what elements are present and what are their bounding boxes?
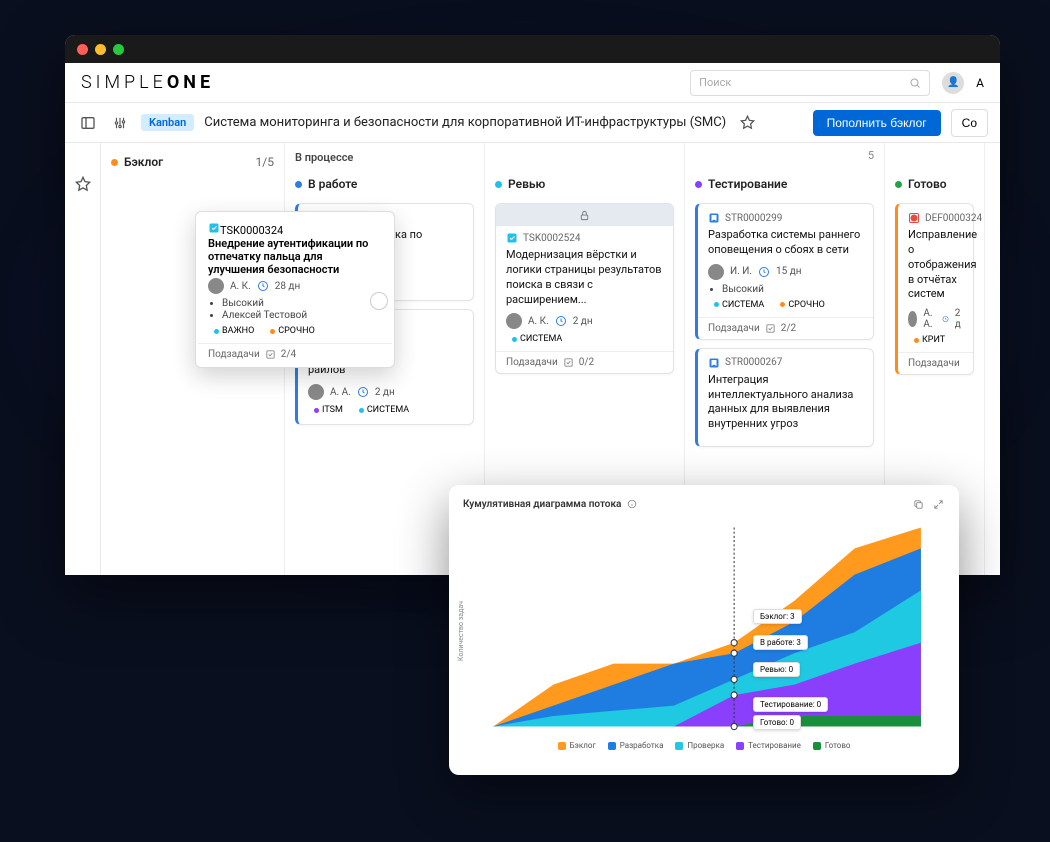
sidebar-toggle-icon[interactable] [77, 112, 99, 134]
column-backlog-label: Бэклог [124, 155, 163, 169]
tooltip-work: В работе: 3 [753, 635, 808, 650]
task-icon [506, 232, 518, 244]
topbar: SIMPLEONE Поиск 👤 А [65, 63, 1000, 103]
logo: SIMPLEONE [81, 72, 214, 93]
user-label: А [976, 76, 984, 90]
card-str299[interactable]: STR0000299 Разработка системы раннего оп… [695, 203, 874, 340]
task-icon [208, 222, 220, 234]
sub-testing-label: Тестирование [708, 177, 787, 191]
avatar [208, 278, 224, 294]
chart-area[interactable]: Бэклог: 3 В работе: 3 Ревью: 0 Тестирова… [463, 517, 945, 737]
card-id: STR0000267 [725, 357, 782, 368]
checklist-icon [563, 357, 574, 368]
maximize-traffic-light[interactable] [113, 44, 124, 55]
card-def324[interactable]: DEF0000324 Исправление о отображения в о… [895, 203, 974, 375]
drag-handle-icon[interactable] [370, 292, 388, 310]
group-in-progress-label: В процессе [295, 151, 353, 164]
checklist-icon [265, 349, 276, 360]
clock-icon [758, 266, 770, 278]
sub-working-label: В работе [308, 177, 357, 191]
card-id: TSK0002524 [523, 233, 580, 244]
card-tsk2524[interactable]: TSK0002524 Модернизация вёрстки и логики… [495, 203, 674, 374]
sub-review-label: Ревью [508, 177, 545, 191]
left-rail [65, 143, 101, 575]
window-titlebar [65, 35, 1000, 63]
rail-star-icon[interactable] [72, 173, 94, 195]
floating-card-tsk324[interactable]: TSK0000324 Внедрение аутентификации по о… [195, 211, 395, 368]
copy-icon[interactable] [911, 497, 925, 511]
chart-panel: Кумулятивная диаграмма потока [449, 485, 959, 775]
search-placeholder: Поиск [699, 76, 731, 89]
avatar [308, 384, 324, 400]
avatar [908, 311, 917, 327]
tooltip-review: Ревью: 0 [753, 662, 800, 677]
star-icon[interactable] [736, 112, 758, 134]
minimize-traffic-light[interactable] [95, 44, 106, 55]
story-icon [708, 212, 720, 224]
clock-icon [555, 315, 567, 327]
search-input[interactable]: Поиск [690, 70, 930, 96]
defect-icon [908, 212, 920, 224]
clock-icon [257, 280, 269, 292]
project-title: Система мониторинга и безопасности для к… [204, 115, 726, 130]
clock-icon [942, 313, 949, 325]
chart-title: Кумулятивная диаграмма потока [463, 499, 621, 510]
tooltip-backlog: Бэклог: 3 [753, 609, 802, 624]
card-str267[interactable]: STR0000267 Интеграция интеллектуального … [695, 348, 874, 447]
info-icon[interactable] [627, 499, 637, 509]
card-id: DEF0000324 [925, 213, 982, 224]
expand-icon[interactable] [931, 497, 945, 511]
fill-backlog-button[interactable]: Пополнить бэклог [813, 110, 941, 136]
column-done-label: Готово [908, 177, 947, 191]
card-id: STR0000299 [725, 213, 782, 224]
search-icon [909, 77, 921, 89]
avatar [506, 313, 522, 329]
card-id: TSK0000324 [220, 224, 283, 237]
user-avatar[interactable]: 👤 [942, 72, 964, 94]
project-bar: Kanban Система мониторинга и безопасност… [65, 103, 1000, 143]
board-type-tag: Kanban [141, 114, 194, 131]
clock-icon [357, 386, 369, 398]
group-count: 5 [868, 149, 874, 162]
story-icon [708, 357, 720, 369]
close-traffic-light[interactable] [77, 44, 88, 55]
create-button[interactable]: Со [951, 109, 988, 137]
chart-legend: Бэклог Разработка Проверка Тестирование … [463, 741, 945, 750]
lock-icon [579, 210, 590, 221]
filter-icon[interactable] [109, 112, 131, 134]
tooltip-done: Готово: 0 [753, 715, 801, 730]
chart-ylabel: Количество задач [457, 601, 465, 661]
column-backlog-count: 1/5 [256, 155, 274, 169]
avatar [708, 264, 724, 280]
tooltip-testing: Тестирование: 0 [753, 697, 828, 712]
checklist-icon [765, 323, 776, 334]
